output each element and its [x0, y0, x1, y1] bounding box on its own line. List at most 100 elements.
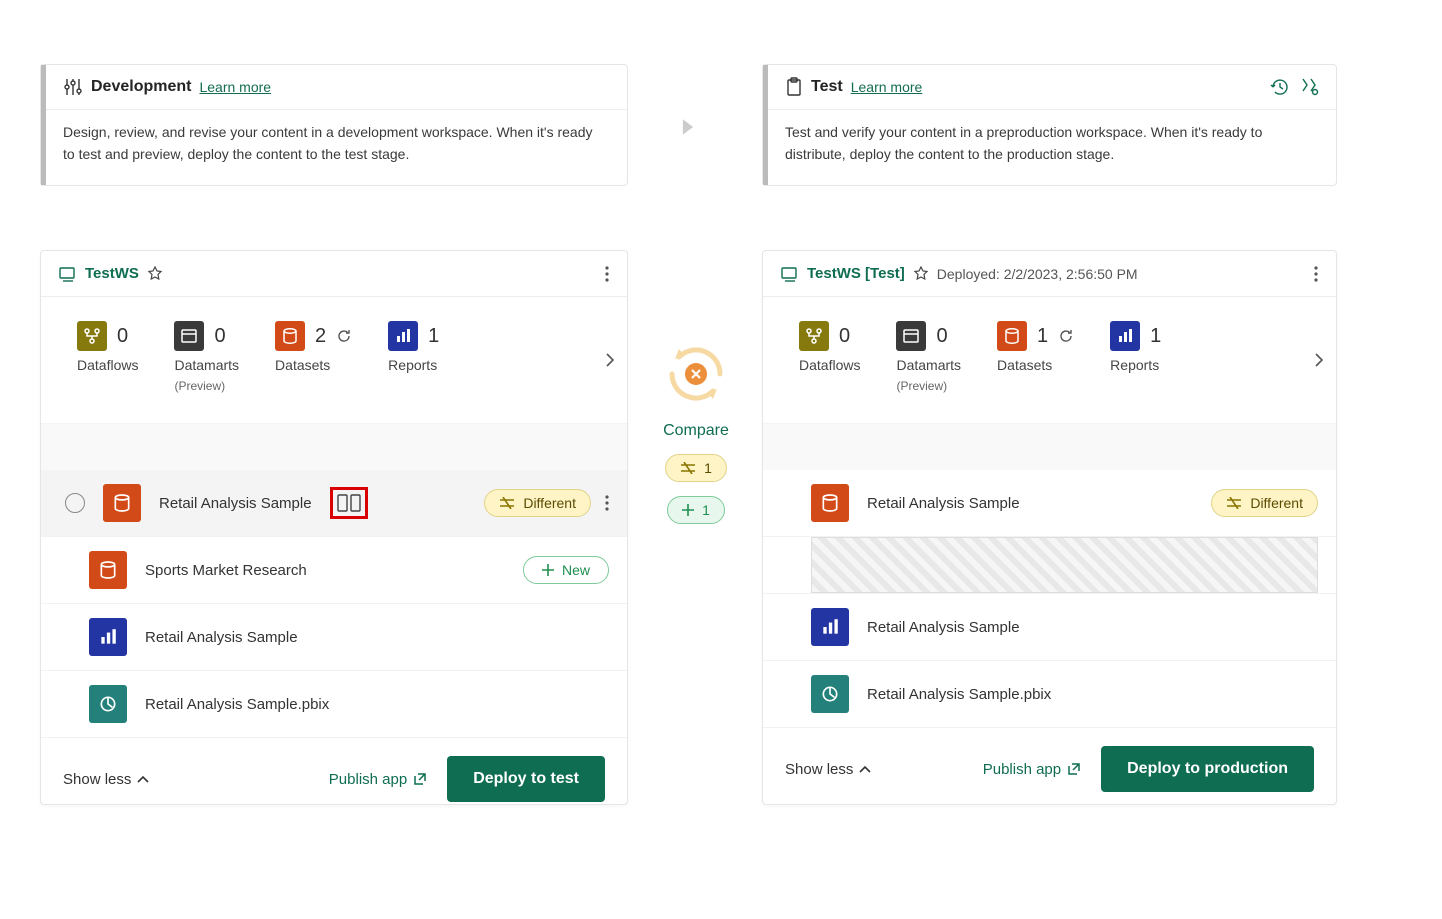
different-badge: Different [1211, 489, 1318, 517]
stat-dataflows[interactable]: 0 Dataflows [799, 321, 860, 373]
compare-spinner-icon [662, 340, 730, 408]
dataset-icon [811, 484, 849, 522]
stage-title-development: Development [91, 78, 191, 96]
item-row-dataset-retail[interactable]: Retail Analysis Sample Different [41, 470, 627, 537]
stat-label: Datasets [997, 357, 1074, 373]
show-less-label: Show less [63, 771, 131, 788]
next-stage-arrow-icon[interactable] [680, 118, 696, 136]
chevron-right-icon[interactable] [1314, 352, 1324, 368]
deploy-to-production-button[interactable]: Deploy to production [1101, 746, 1314, 792]
item-row-report-retail[interactable]: Retail Analysis Sample [41, 604, 627, 671]
select-checkbox[interactable] [65, 493, 85, 513]
premium-icon [147, 266, 163, 282]
datasets-icon [275, 321, 305, 351]
item-row-report-retail[interactable]: Retail Analysis Sample [763, 594, 1336, 661]
stat-label: Reports [388, 357, 439, 373]
stat-datamarts[interactable]: 0 Datamarts (Preview) [896, 321, 961, 393]
settings-icon[interactable] [1300, 77, 1320, 97]
item-row-dataset-retail[interactable]: Retail Analysis Sample Different [763, 470, 1336, 537]
learn-more-link-development[interactable]: Learn more [199, 79, 271, 95]
stat-reports[interactable]: 1 Reports [1110, 321, 1161, 373]
stat-datasets[interactable]: 1 Datasets [997, 321, 1074, 373]
stat-dataflows[interactable]: 0 Dataflows [77, 321, 138, 373]
stat-datasets[interactable]: 2 Datasets [275, 321, 352, 373]
stage-description-test: Test and verify your content in a prepro… [763, 110, 1336, 177]
datamarts-icon [896, 321, 926, 351]
refresh-icon[interactable] [1058, 328, 1074, 344]
badge-label: Different [1250, 495, 1303, 511]
compare-label[interactable]: Compare [663, 422, 729, 440]
report-icon [89, 618, 127, 656]
refresh-icon[interactable] [336, 328, 352, 344]
badge-label: Different [523, 495, 576, 511]
pbix-icon [89, 685, 127, 723]
badge-count: 1 [702, 502, 710, 518]
stage-accent [763, 65, 768, 185]
workspace-card-development: TestWS 0 Dataflows [40, 250, 628, 805]
more-options-icon[interactable] [605, 266, 609, 282]
datasets-icon [997, 321, 1027, 351]
chevron-right-icon[interactable] [605, 352, 615, 368]
stat-reports[interactable]: 1 Reports [388, 321, 439, 373]
item-name: Retail Analysis Sample [867, 495, 1020, 512]
stat-label: Dataflows [77, 357, 138, 373]
badge-count: 1 [704, 460, 712, 476]
item-row-dataset-sports[interactable]: Sports Market Research New [41, 537, 627, 604]
content-gap [41, 424, 627, 470]
item-name: Retail Analysis Sample [145, 629, 298, 646]
deployed-timestamp: Deployed: 2/2/2023, 2:56:50 PM [937, 266, 1138, 282]
item-name: Sports Market Research [145, 562, 307, 579]
pbix-icon [811, 675, 849, 713]
publish-app-link[interactable]: Publish app [329, 771, 427, 788]
dataset-icon [103, 484, 141, 522]
stat-label: Datamarts [896, 357, 961, 373]
content-gap [763, 424, 1336, 470]
item-name: Retail Analysis Sample [867, 619, 1020, 636]
learn-more-link-test[interactable]: Learn more [851, 79, 923, 95]
clipboard-icon [785, 77, 803, 97]
publish-label: Publish app [329, 771, 407, 788]
stat-datamarts[interactable]: 0 Datamarts (Preview) [174, 321, 239, 393]
history-icon[interactable] [1270, 77, 1290, 97]
stage-header-test: Test Learn more Test and verify your con… [762, 64, 1337, 186]
deploy-to-test-button[interactable]: Deploy to test [447, 756, 605, 802]
tools-icon [63, 77, 83, 97]
compare-different-count-badge[interactable]: 1 [665, 454, 727, 482]
stat-count: 1 [1150, 325, 1161, 348]
stage-header-development: Development Learn more Design, review, a… [40, 64, 628, 186]
item-row-pbix-retail[interactable]: Retail Analysis Sample.pbix [41, 671, 627, 738]
stat-sublabel: (Preview) [896, 379, 961, 393]
more-options-icon[interactable] [1314, 266, 1318, 282]
stat-label: Reports [1110, 357, 1161, 373]
item-row-pbix-retail[interactable]: Retail Analysis Sample.pbix [763, 661, 1336, 728]
workspace-name[interactable]: TestWS [Test] [807, 265, 905, 282]
workspace-icon [781, 266, 799, 282]
compare-button[interactable] [330, 487, 368, 519]
stat-count: 0 [936, 325, 947, 348]
item-name: Retail Analysis Sample [159, 495, 312, 512]
hatched-placeholder [811, 537, 1318, 593]
badge-label: New [562, 562, 590, 578]
item-more-icon[interactable] [605, 495, 609, 511]
stat-count: 0 [214, 325, 225, 348]
stage-description-development: Design, review, and revise your content … [41, 110, 627, 177]
stat-count: 1 [428, 325, 439, 348]
publish-app-link[interactable]: Publish app [983, 761, 1081, 778]
dataflows-icon [77, 321, 107, 351]
stage-title-test: Test [811, 78, 843, 96]
dataflows-icon [799, 321, 829, 351]
reports-icon [388, 321, 418, 351]
item-name: Retail Analysis Sample.pbix [145, 696, 329, 713]
premium-icon [913, 266, 929, 282]
publish-label: Publish app [983, 761, 1061, 778]
stat-count: 0 [839, 325, 850, 348]
stat-count: 1 [1037, 325, 1048, 348]
show-less-toggle[interactable]: Show less [785, 761, 871, 778]
compare-added-count-badge[interactable]: 1 [667, 496, 725, 524]
workspace-icon [59, 266, 77, 282]
show-less-toggle[interactable]: Show less [63, 771, 149, 788]
missing-item-placeholder [763, 537, 1336, 594]
workspace-name[interactable]: TestWS [85, 265, 139, 282]
stat-count: 2 [315, 325, 326, 348]
stage-accent [41, 65, 46, 185]
